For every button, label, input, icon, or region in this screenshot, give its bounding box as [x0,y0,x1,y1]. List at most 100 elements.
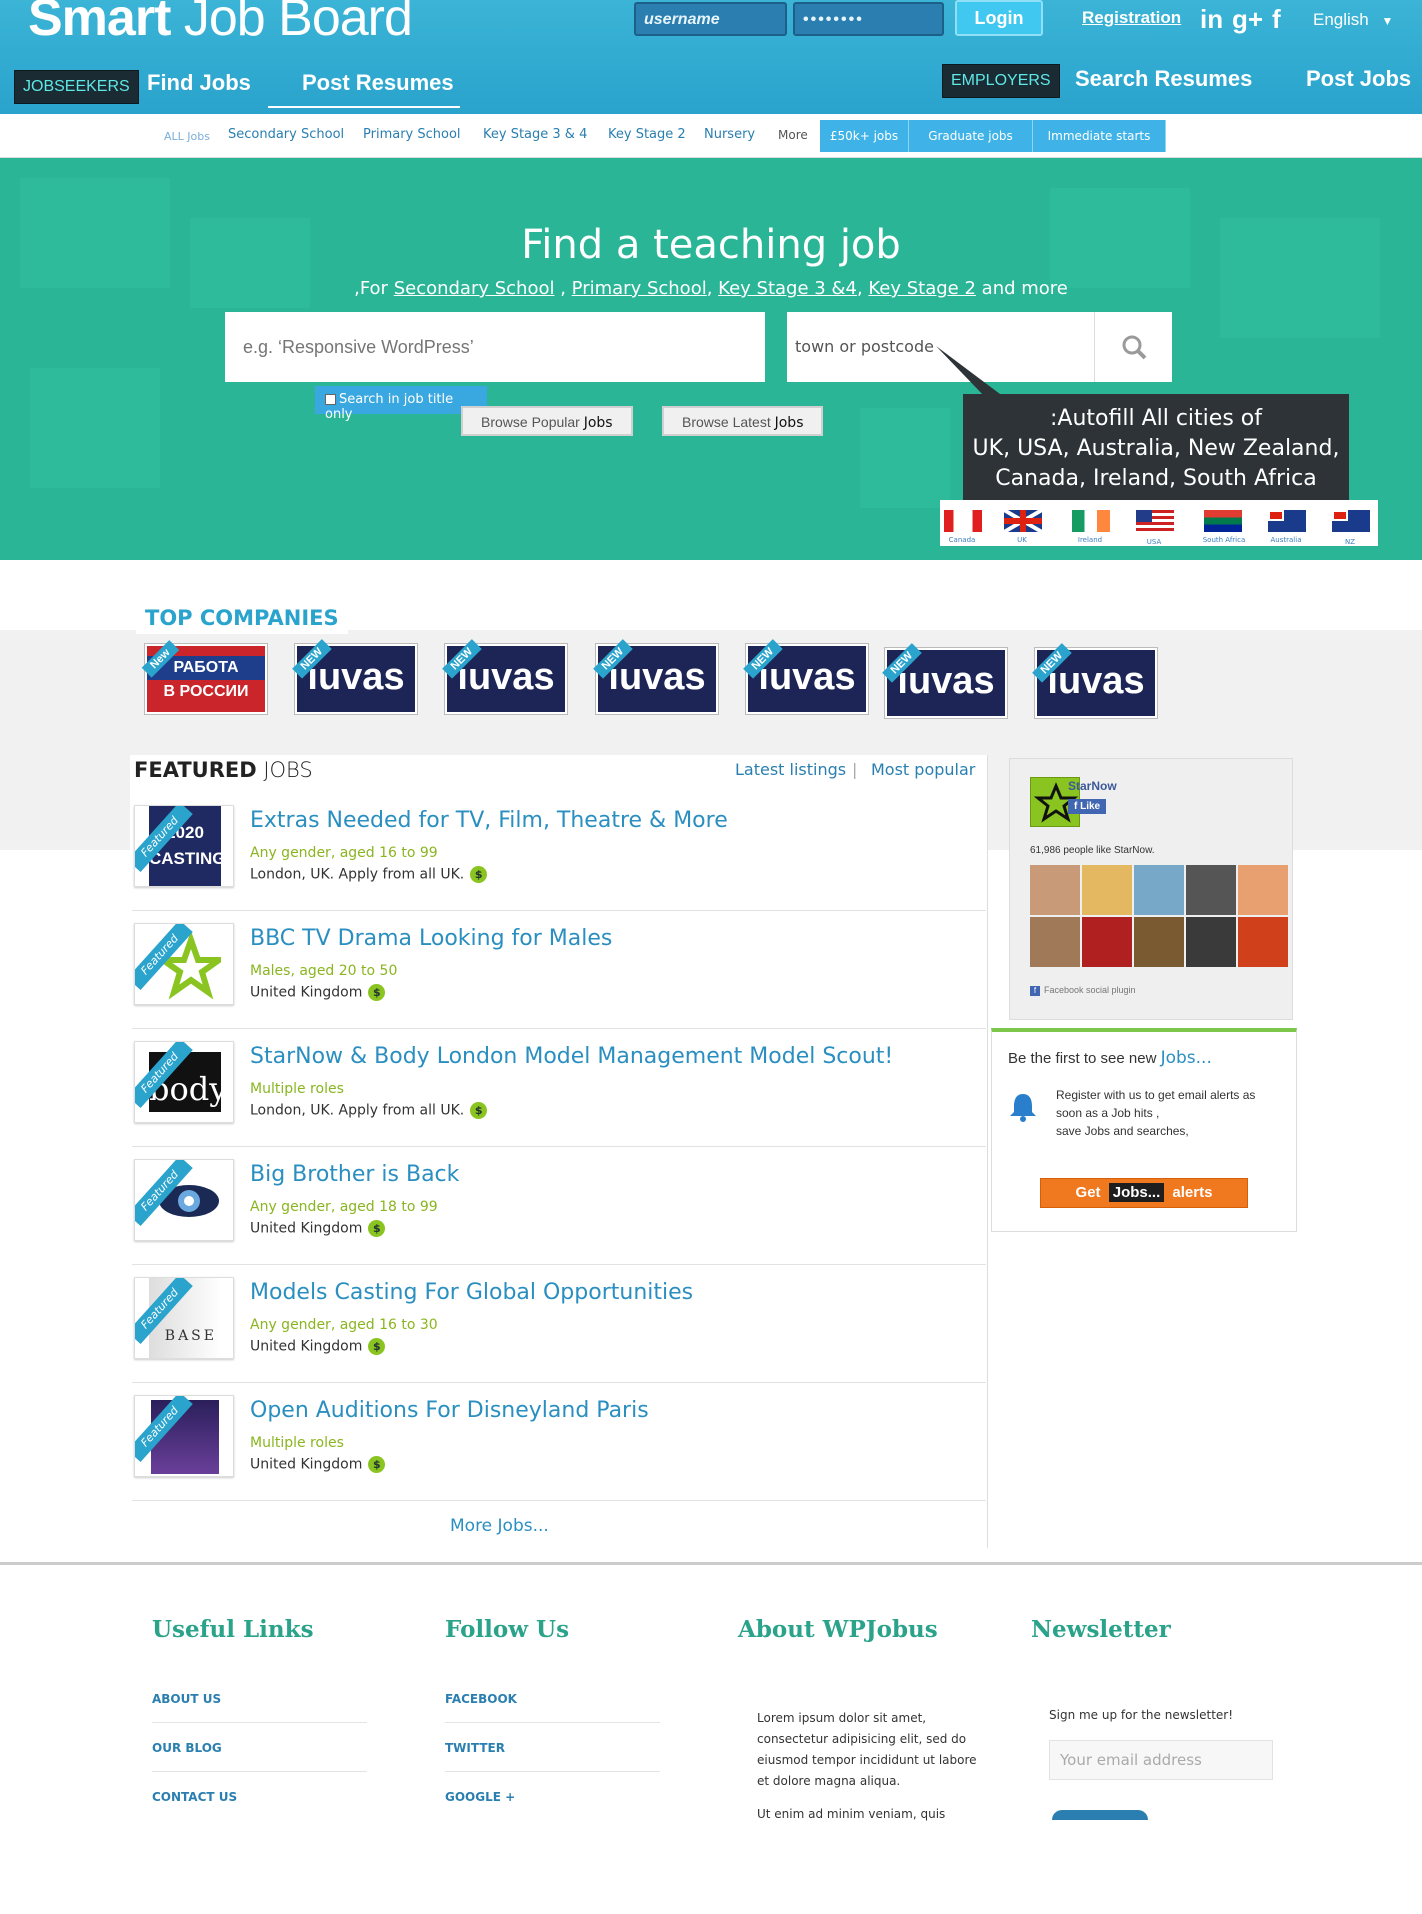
google-plus-icon[interactable]: g+ [1232,4,1263,35]
employers-label: EMPLOYERS [942,64,1060,98]
company-logo-iuvas[interactable]: NEW iuvas [1032,643,1158,719]
about-title: About WPJobus [738,1616,938,1643]
checkbox-box[interactable] [325,394,336,405]
fb-face-avatar[interactable] [1082,865,1132,915]
fb-face-avatar[interactable] [1186,865,1236,915]
job-subtitle: Any gender, aged 16 to 99 [250,845,438,861]
job-row[interactable]: BASE Featured Models Casting For Global O… [132,1265,986,1383]
username-input[interactable]: username [634,2,787,36]
category-primary-school[interactable]: Primary School [363,127,461,142]
tab-latest-listings[interactable]: Latest listings [735,760,846,779]
category-key-stage-3-4[interactable]: Key Stage 3 & 4 [483,127,587,142]
tab-most-popular[interactable]: Most popular [871,760,975,779]
job-alert-widget: Be the first to see new Jobs... Register… [991,1028,1297,1232]
ireland-flag-icon [1072,510,1110,532]
job-row[interactable]: body Featured StarNow & Body London Model… [132,1029,986,1147]
all-jobs-link[interactable]: ALL Jobs [164,130,210,143]
job-row[interactable]: 2020 CASTING Featured Extras Needed for T… [132,793,986,911]
job-subtitle: Any gender, aged 18 to 99 [250,1199,438,1215]
footer-link-about-us[interactable]: ABOUT US [152,1692,221,1706]
site-logo[interactable]: Smart Job Board [28,0,413,48]
fb-like-button[interactable]: f Like [1068,799,1107,814]
fb-face-avatar[interactable] [1030,917,1080,967]
job-row[interactable]: Featured Open Auditions For Disneyland P… [132,1383,986,1501]
company-logo-iuvas[interactable]: NEW iuvas [292,639,418,715]
job-title[interactable]: Open Auditions For Disneyland Paris [250,1398,649,1423]
company-logo-rabota[interactable]: New РАБОТА В РОССИИ [141,640,268,715]
category-nursery[interactable]: Nursery [704,127,755,142]
alert-description: Register with us to get email alerts as … [1056,1088,1256,1138]
tab-divider: | [852,760,858,779]
company-logo-iuvas[interactable]: NEW iuvas [743,639,869,715]
flag-label: Ireland [1077,536,1103,544]
job-row[interactable]: Featured BBC TV Drama Looking for Males … [132,911,986,1029]
job-title[interactable]: BBC TV Drama Looking for Males [250,926,612,951]
fb-face-avatar[interactable] [1238,917,1288,967]
browse-latest-button[interactable]: Browse Latest Jobs [662,406,824,436]
browse-popular-button[interactable]: Browse Popular Jobs [461,406,633,436]
footer-link-our-blog[interactable]: OUR BLOG [152,1741,222,1755]
search-resumes-link[interactable]: Search Resumes [1075,66,1252,92]
job-title[interactable]: Extras Needed for TV, Film, Theatre & Mo… [250,808,728,833]
usa-flag-icon [1136,510,1174,532]
more-jobs-link[interactable]: More Jobs... [450,1516,549,1536]
canada-flag-icon [944,510,982,532]
get-job-alerts-button[interactable]: Get Jobs... alerts [1040,1178,1248,1208]
category-50k-jobs[interactable]: £50k+ jobs [820,120,909,152]
company-logo-iuvas[interactable]: NEW iuvas [882,643,1008,719]
fb-face-avatar[interactable] [1134,865,1184,915]
hero-link-ks2[interactable]: Key Stage 2 [868,278,976,299]
active-nav-underline [268,106,460,108]
footer-link-facebook[interactable]: FACEBOOK [445,1692,517,1706]
fb-face-avatar[interactable] [1030,865,1080,915]
company-logo-iuvas[interactable]: NEW iuvas [442,639,568,715]
find-jobs-link[interactable]: Find Jobs [147,70,251,96]
company-logo-iuvas[interactable]: NEW iuvas [593,639,719,715]
footer-separator [152,1722,367,1723]
flag-label: UK [1017,536,1027,544]
fb-face-avatar[interactable] [1186,917,1236,967]
australia-flag-icon [1268,510,1306,532]
flag-label: Canada [948,536,976,544]
hero-link-secondary[interactable]: Secondary School [394,278,555,299]
fb-face-avatar[interactable] [1082,917,1132,967]
flag-label: South Africa [1202,536,1246,544]
linkedin-icon[interactable]: in [1200,4,1223,35]
hero-link-ks34[interactable]: Key Stage 3 &4 [718,278,857,299]
fb-page-name[interactable]: StarNow [1068,779,1117,793]
newsletter-submit-button[interactable] [1052,1810,1148,1820]
password-input[interactable]: •••••••• [793,2,944,36]
registration-link[interactable]: Registration [1082,8,1181,28]
job-location: United Kingdom $ [250,1456,386,1473]
category-key-stage-2[interactable]: Key Stage 2 [608,127,686,142]
fb-face-avatar[interactable] [1134,917,1184,967]
footer-link-google-plus[interactable]: GOOGLE + [445,1790,515,1804]
hero-link-primary[interactable]: Primary School [572,278,707,299]
job-title[interactable]: Big Brother is Back [250,1162,459,1187]
post-jobs-link[interactable]: Post Jobs [1306,66,1411,92]
job-title[interactable]: Models Casting For Global Opportunities [250,1280,693,1305]
facebook-icon[interactable]: f [1272,4,1281,35]
jobseekers-label: JOBSEEKERS [14,70,139,104]
dollar-icon: $ [368,1220,386,1237]
post-resumes-link[interactable]: Post Resumes [302,70,454,96]
category-secondary-school[interactable]: Secondary School [228,127,344,142]
category-immediate-starts[interactable]: Immediate starts [1033,120,1166,152]
job-title[interactable]: StarNow & Body London Model Management M… [250,1044,893,1069]
search-button[interactable] [1094,312,1172,382]
job-location: United Kingdom $ [250,1338,386,1355]
footer-link-contact-us[interactable]: CONTACT US [152,1790,237,1804]
category-graduate-jobs[interactable]: Graduate jobs [909,120,1033,152]
newsletter-email-input[interactable]: Your email address [1049,1740,1273,1780]
footer-separator [445,1722,660,1723]
footer-link-twitter[interactable]: TWITTER [445,1741,505,1755]
login-button[interactable]: Login [955,0,1043,36]
fb-face-avatar[interactable] [1238,865,1288,915]
job-row[interactable]: Featured Big Brother is Back Any gender,… [132,1147,986,1265]
south-africa-flag-icon [1204,510,1242,532]
category-bar: ALL Jobs Secondary School Primary School… [0,114,1422,158]
category-more[interactable]: More [778,128,808,142]
search-icon [1122,335,1147,360]
keyword-search-input[interactable] [225,312,765,382]
language-select[interactable]: English ▼ [1313,10,1393,30]
